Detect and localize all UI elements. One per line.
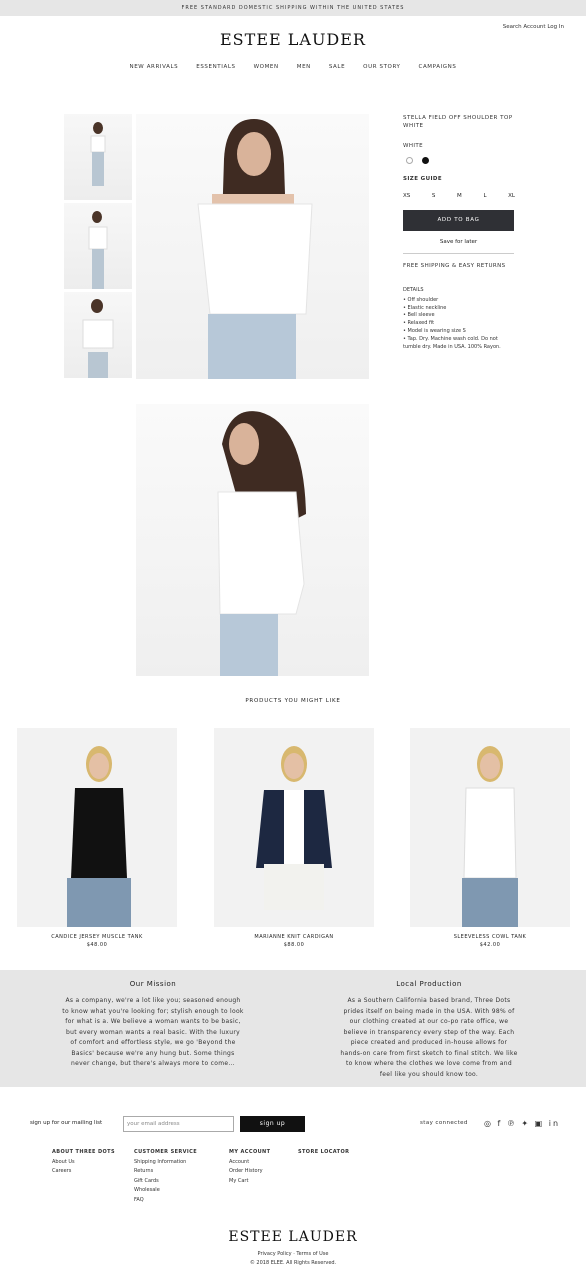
recommendations-title: PRODUCTS YOU MIGHT LIKE <box>245 698 341 704</box>
nav-item[interactable]: OUR STORY <box>363 64 400 70</box>
size-option[interactable]: L <box>483 193 486 199</box>
recommended-product-info[interactable]: MARIANNE KNIT CARDIGAN $88.00 <box>214 933 374 949</box>
footer-column: ABOUT THREE DOTS About Us Careers <box>52 1148 115 1177</box>
product-name: CANDICE JERSEY MUSCLE TANK <box>51 934 143 940</box>
footer-legal: Privacy Policy · Terms of Use © 2018 ELE… <box>0 1250 586 1268</box>
footer-link[interactable]: FAQ <box>134 1196 197 1206</box>
mission-block: Our Mission As a company, we're a lot li… <box>62 980 244 1070</box>
social-icons[interactable]: ◎ f ℗ ✦ ▣ in <box>484 1119 560 1128</box>
stay-connected-label: stay connected <box>420 1120 468 1126</box>
footer-link[interactable]: My Cart <box>229 1177 270 1187</box>
detail-line: • Bell sleeve <box>403 312 435 319</box>
legal-links[interactable]: Privacy Policy · Terms of Use <box>0 1250 586 1259</box>
nav-item[interactable]: CAMPAIGNS <box>419 64 457 70</box>
product-price: $42.00 <box>479 942 501 948</box>
recommended-product-info[interactable]: CANDICE JERSEY MUSCLE TANK $48.00 <box>17 933 177 949</box>
sign-up-button[interactable]: sign up <box>240 1116 305 1132</box>
product-details: DETAILS • Off shoulder • Elastic necklin… <box>403 287 515 351</box>
footer-logo: ESTEE LAUDER <box>228 1229 358 1245</box>
email-input[interactable]: your email address <box>123 1116 234 1132</box>
size-guide-link[interactable]: SIZE GUIDE <box>403 176 442 182</box>
footer-link[interactable]: Returns <box>134 1167 197 1177</box>
product-price: $88.00 <box>283 942 305 948</box>
copyright-text: © 2018 ELEE. All Rights Reserved. <box>249 1260 337 1266</box>
details-title: DETAILS <box>403 287 424 293</box>
size-option[interactable]: M <box>457 193 462 199</box>
footer-link[interactable]: Account <box>229 1158 270 1168</box>
footer-heading: ABOUT THREE DOTS <box>52 1149 115 1155</box>
main-product-image <box>136 114 369 379</box>
product-name: MARIANNE KNIT CARDIGAN <box>254 934 334 940</box>
swatch-white[interactable] <box>406 157 413 164</box>
recommended-product-image[interactable] <box>214 728 374 927</box>
nav-item[interactable]: NEW ARRIVALS <box>130 64 179 70</box>
detail-line: • Elastic neckline <box>403 304 447 311</box>
product-price: $48.00 <box>86 942 108 948</box>
add-to-bag-button[interactable]: ADD TO BAG <box>403 210 514 231</box>
mailing-label: sign up for our mailing list <box>30 1120 103 1126</box>
nav-item[interactable]: ESSENTIALS <box>196 64 235 70</box>
recommended-product-info[interactable]: SLEEVELESS COWL TANK $42.00 <box>410 933 570 949</box>
local-title: Local Production <box>396 980 462 988</box>
product-name: SLEEVELESS COWL TANK <box>453 934 527 940</box>
footer-column: MY ACCOUNT Account Order History My Cart <box>229 1148 270 1186</box>
footer-link[interactable]: Shipping Information <box>134 1158 197 1168</box>
local-production-block: Local Production As a Southern Californi… <box>340 980 518 1080</box>
nav-item[interactable]: WOMEN <box>254 64 279 70</box>
footer-heading: MY ACCOUNT <box>229 1149 271 1155</box>
main-nav: NEW ARRIVALS ESSENTIALS WOMEN MEN SALE O… <box>0 64 586 70</box>
detail-line: • Relaxed fit <box>403 320 435 327</box>
footer-link[interactable]: Order History <box>229 1167 270 1177</box>
footer-link[interactable]: About Us <box>52 1158 115 1168</box>
detail-line: • Tap. Dry. Machine wash cold. Do not tu… <box>403 335 501 350</box>
mission-text: As a company, we're a lot like you; seas… <box>62 997 244 1067</box>
product-title: STELLA FIELD OFF SHOULDER TOP WHITE <box>403 115 513 129</box>
color-swatches <box>406 157 429 164</box>
nav-item[interactable]: SALE <box>329 64 345 70</box>
thumbnail-1[interactable] <box>64 114 132 200</box>
footer-column: CUSTOMER SERVICE Shipping Information Re… <box>134 1148 197 1205</box>
footer-link[interactable]: Careers <box>52 1167 115 1177</box>
brand-logo[interactable]: ESTEE LAUDER <box>0 30 586 49</box>
size-selector: XS S M L XL <box>403 193 515 199</box>
size-option[interactable]: XL <box>508 193 515 199</box>
recommended-product-image[interactable] <box>410 728 570 927</box>
footer-heading[interactable]: STORE LOCATOR <box>298 1149 349 1155</box>
shipping-note: FREE SHIPPING & EASY RETURNS <box>403 263 506 269</box>
local-text: As a Southern California based brand, Th… <box>340 997 518 1078</box>
promo-banner: FREE STANDARD DOMESTIC SHIPPING WITHIN T… <box>0 0 586 16</box>
size-option[interactable]: S <box>432 193 436 199</box>
thumbnail-3[interactable] <box>64 292 132 378</box>
footer-heading: CUSTOMER SERVICE <box>134 1149 198 1155</box>
brand-story-band: Our Mission As a company, we're a lot li… <box>0 970 586 1087</box>
swatch-black[interactable] <box>422 157 429 164</box>
mission-title: Our Mission <box>129 980 177 988</box>
thumbnail-2[interactable] <box>64 203 132 289</box>
footer-column: STORE LOCATOR <box>298 1148 349 1158</box>
nav-item[interactable]: MEN <box>297 64 311 70</box>
footer-link[interactable]: Gift Cards <box>134 1177 197 1187</box>
save-for-later-link[interactable]: Save for later <box>403 239 514 254</box>
secondary-product-image <box>136 404 369 676</box>
detail-line: • Off shoulder <box>403 296 439 303</box>
size-option[interactable]: XS <box>403 193 410 199</box>
recommended-product-image[interactable] <box>17 728 177 927</box>
footer-link[interactable]: Wholesale <box>134 1186 197 1196</box>
color-label: WHITE <box>403 143 424 149</box>
detail-line: • Model is wearing size S <box>403 327 466 334</box>
